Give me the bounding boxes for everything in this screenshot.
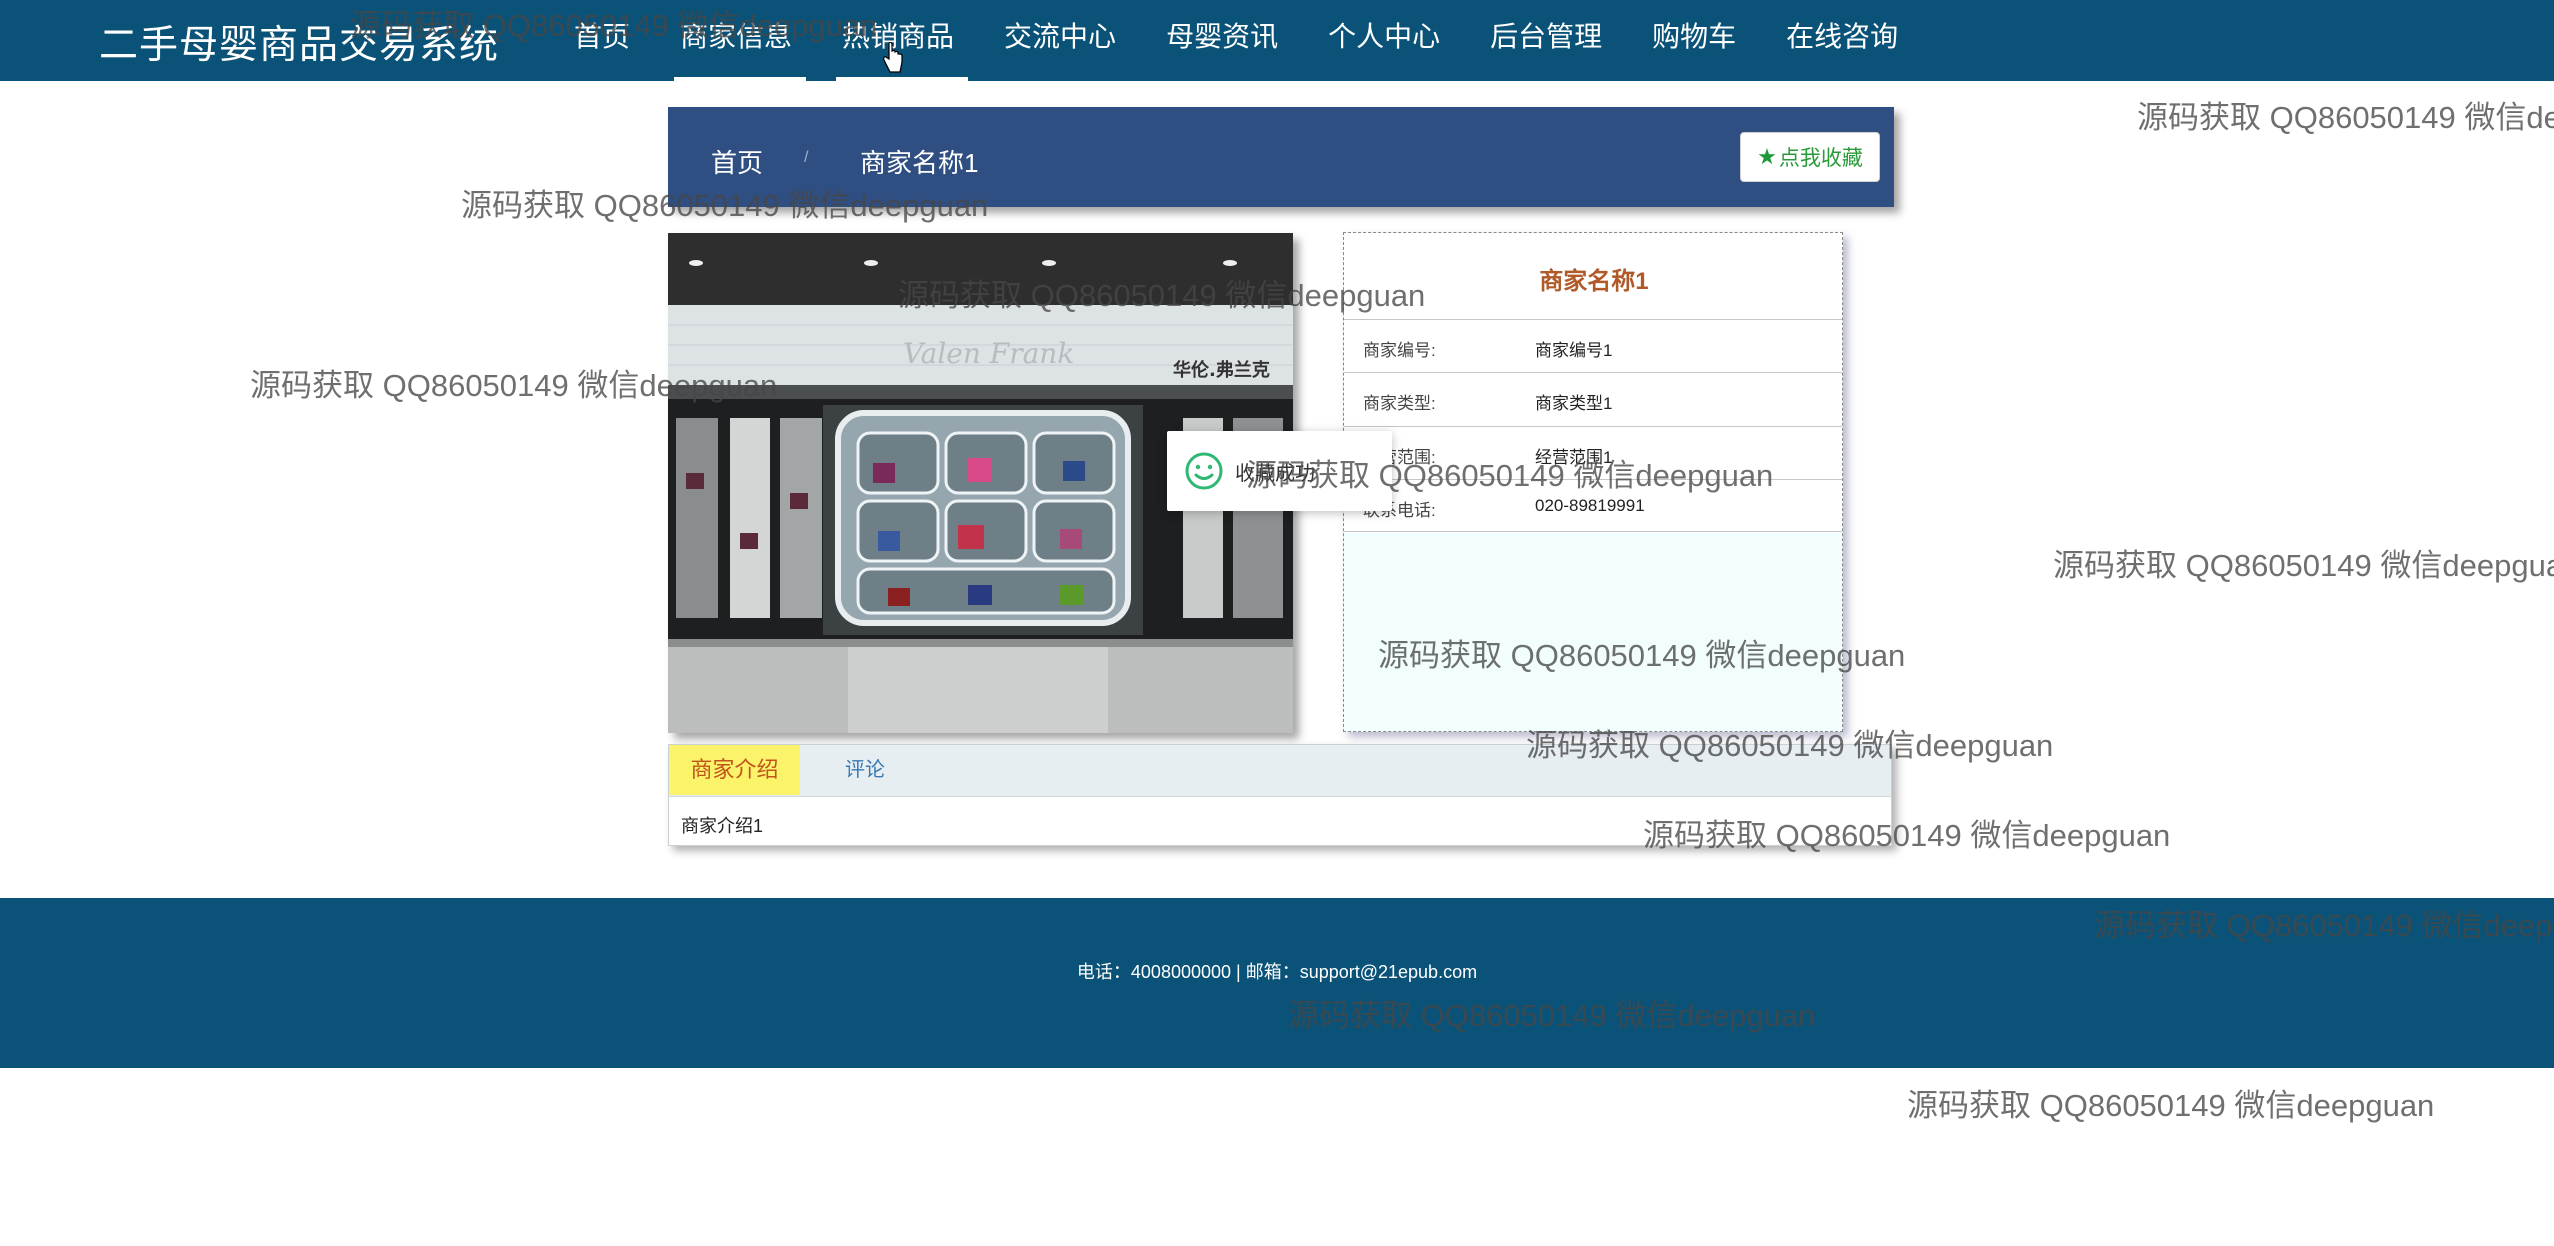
store-sign-text: 华伦.弗兰克 bbox=[1173, 359, 1270, 381]
footer-contact-text: 电话：4008000000 | 邮箱：support@21epub.com bbox=[1076, 962, 1478, 982]
watermark: 源码获取 QQ86050149 微信deepguan bbox=[2137, 100, 2554, 135]
watermark: 源码获取 QQ86050149 微信deepguan bbox=[2053, 548, 2554, 583]
breadcrumb-current: 商家名称1 bbox=[860, 148, 979, 178]
app-title: 二手母婴商品交易系统 bbox=[99, 24, 500, 67]
toast-text: 收藏成功 bbox=[1235, 463, 1315, 485]
merchant-info-panel: 商家名称1 商家编号: 商家编号1 商家类型: 商家类型1 经营范围: 经营范围… bbox=[1343, 232, 1843, 732]
main-nav: 首页 商家信息 热销商品 交流中心 母婴资讯 个人中心 后台管理 购物车 在线咨… bbox=[560, 0, 1934, 81]
tab-content-intro: 商家介绍1 bbox=[681, 816, 764, 836]
info-value: 商家编号1 bbox=[1535, 341, 1613, 360]
breadcrumb-home-link[interactable]: 首页 bbox=[711, 143, 763, 180]
nav-item-admin[interactable]: 后台管理 bbox=[1476, 0, 1616, 81]
info-value: 商家类型1 bbox=[1535, 394, 1613, 413]
store-logo-text: Valen Frank bbox=[903, 337, 1074, 370]
nav-item-community[interactable]: 交流中心 bbox=[990, 0, 1130, 81]
info-key: 商家类型: bbox=[1363, 394, 1436, 413]
hand-cursor-icon bbox=[883, 42, 903, 73]
tab-comments[interactable]: 评论 bbox=[845, 745, 885, 795]
favorite-button[interactable]: ★ 点我收藏 bbox=[1740, 132, 1880, 182]
info-row-business-scope: 经营范围: 经营范围1 bbox=[1344, 426, 1842, 479]
nav-item-home[interactable]: 首页 bbox=[560, 0, 644, 81]
favorite-success-toast: 收藏成功 bbox=[1167, 431, 1392, 511]
favorite-button-label: 点我收藏 bbox=[1778, 147, 1863, 170]
nav-item-profile[interactable]: 个人中心 bbox=[1314, 0, 1454, 81]
info-row-phone: 联系电话: 020-89819991 bbox=[1344, 479, 1842, 532]
nav-item-news[interactable]: 母婴资讯 bbox=[1152, 0, 1292, 81]
info-row-merchant-type: 商家类型: 商家类型1 bbox=[1344, 372, 1842, 425]
nav-item-consult[interactable]: 在线咨询 bbox=[1772, 0, 1912, 81]
smile-icon bbox=[1185, 452, 1223, 490]
breadcrumb-separator: / bbox=[804, 149, 809, 166]
nav-item-cart[interactable]: 购物车 bbox=[1638, 0, 1750, 81]
breadcrumb: 首页 / 商家名称1 ★ 点我收藏 bbox=[668, 107, 1894, 207]
tabs-header: 商家介绍 评论 bbox=[669, 745, 1891, 797]
detail-tabs: 商家介绍 评论 商家介绍1 bbox=[668, 744, 1892, 846]
nav-item-merchant-info[interactable]: 商家信息 bbox=[666, 0, 807, 81]
tab-merchant-intro[interactable]: 商家介绍 bbox=[669, 745, 800, 795]
info-key: 商家编号: bbox=[1363, 341, 1436, 360]
page-footer: 电话：4008000000 | 邮箱：support@21epub.com bbox=[0, 898, 2554, 1068]
merchant-name-title: 商家名称1 bbox=[1539, 268, 1649, 295]
top-navbar: 二手母婴商品交易系统 首页 商家信息 热销商品 交流中心 母婴资讯 个人中心 后… bbox=[0, 0, 2554, 81]
info-value: 经营范围1 bbox=[1535, 448, 1613, 467]
info-row-merchant-id: 商家编号: 商家编号1 bbox=[1344, 319, 1842, 372]
info-value: 020-89819991 bbox=[1535, 496, 1645, 515]
watermark: 源码获取 QQ86050149 微信deepguan bbox=[1907, 1088, 2435, 1123]
star-icon: ★ bbox=[1757, 144, 1777, 169]
